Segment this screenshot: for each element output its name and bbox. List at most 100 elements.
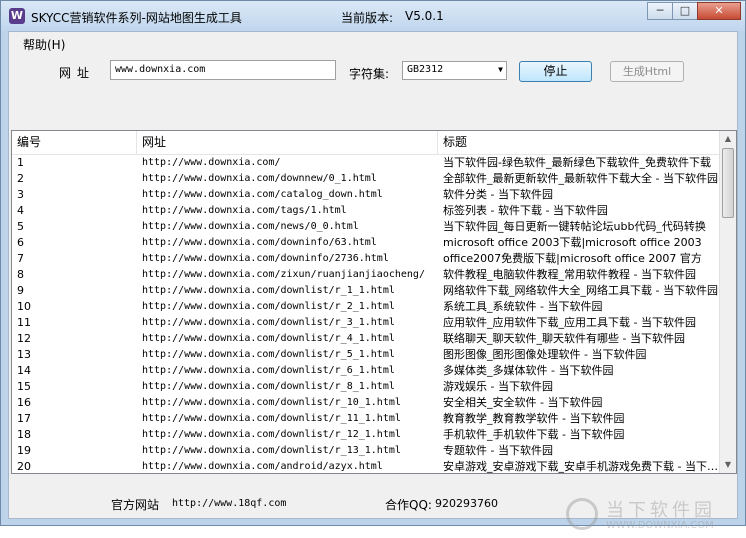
url-input[interactable]: www.downxia.com <box>110 60 336 80</box>
row-url: http://www.downxia.com/tags/1.html <box>142 205 347 216</box>
table-row[interactable]: 18 http://www.downxia.com/downlist/r_12_1… <box>12 427 722 443</box>
row-title: 当下软件园-绿色软件_最新绿色下载软件_免费软件下载 <box>443 156 711 169</box>
charset-select[interactable]: GB2312 ▼ <box>402 61 507 80</box>
row-number: 2 <box>17 172 24 185</box>
close-button[interactable]: ✕ <box>697 2 741 20</box>
row-title: 游戏娱乐 - 当下软件园 <box>443 380 553 393</box>
row-url: http://www.downxia.com/downlist/r_11_1.h… <box>142 413 401 424</box>
table-row[interactable]: 6 http://www.downxia.com/downinfo/63.html… <box>12 235 722 251</box>
row-title: 全部软件_最新更新软件_最新软件下载大全 - 当下软件园 <box>443 172 718 185</box>
table-row[interactable]: 20 http://www.downxia.com/android/azyx.ht… <box>12 459 722 473</box>
table-row[interactable]: 8 http://www.downxia.com/zixun/ruanjianji… <box>12 267 722 283</box>
row-number: 4 <box>17 204 24 217</box>
table-row[interactable]: 7 http://www.downxia.com/downinfo/2736.ht… <box>12 251 722 267</box>
table-row[interactable]: 3 http://www.downxia.com/catalog_down.htm… <box>12 187 722 203</box>
official-site-link[interactable]: http://www.18qf.com <box>172 498 286 509</box>
menu-help[interactable]: 帮助(H) <box>23 36 65 53</box>
table-row[interactable]: 17 http://www.downxia.com/downlist/r_11_1… <box>12 411 722 427</box>
row-number: 8 <box>17 268 24 281</box>
row-url: http://www.downxia.com/downinfo/63.html <box>142 237 377 248</box>
charset-label: 字符集: <box>349 67 390 81</box>
menu-bar: 帮助(H) <box>9 32 737 52</box>
window-controls: ─ □ ✕ <box>647 2 741 20</box>
row-number: 7 <box>17 252 24 265</box>
row-title: 网络软件下载_网络软件大全_网络工具下载 - 当下软件园 <box>443 284 718 297</box>
row-number: 19 <box>17 444 31 457</box>
row-url: http://www.downxia.com/downlist/r_2_1.ht… <box>142 301 395 312</box>
row-title: 标签列表 - 软件下载 - 当下软件园 <box>443 204 608 217</box>
table-row[interactable]: 14 http://www.downxia.com/downlist/r_6_1.… <box>12 363 722 379</box>
watermark-logo-icon <box>566 498 598 530</box>
row-url: http://www.downxia.com/zixun/ruanjianjia… <box>142 269 425 280</box>
generate-html-button[interactable]: 生成Html <box>610 61 684 82</box>
table-row[interactable]: 12 http://www.downxia.com/downlist/r_4_1.… <box>12 331 722 347</box>
row-number: 16 <box>17 396 31 409</box>
stop-button[interactable]: 停止 <box>519 61 592 82</box>
row-title: office2007免费版下载|microsoft office 2007 官方 <box>443 252 702 265</box>
chevron-down-icon[interactable]: ▼ <box>498 65 503 74</box>
row-number: 12 <box>17 332 31 345</box>
row-url: http://www.downxia.com/downlist/r_1_1.ht… <box>142 285 395 296</box>
row-number: 17 <box>17 412 31 425</box>
table-row[interactable]: 19 http://www.downxia.com/downlist/r_13_1… <box>12 443 722 459</box>
row-title: microsoft office 2003下载|microsoft office… <box>443 236 702 249</box>
row-url: http://www.downxia.com/downlist/r_10_1.h… <box>142 397 401 408</box>
row-url: http://www.downxia.com/downlist/r_5_1.ht… <box>142 349 395 360</box>
url-label: 网址 <box>59 66 96 80</box>
table-header: 编号 网址 标题 <box>12 131 722 155</box>
table-row[interactable]: 1 http://www.downxia.com/当下软件园-绿色软件_最新绿色下… <box>12 155 722 171</box>
table-row[interactable]: 5 http://www.downxia.com/news/0_0.html 当下软… <box>12 219 722 235</box>
title-bar[interactable]: W SKYCC营销软件系列-网站地图生成工具 当前版本: V5.0.1 ─ □ … <box>1 1 745 31</box>
row-url: http://www.downxia.com/ <box>142 157 281 168</box>
row-number: 6 <box>17 236 24 249</box>
row-title: 软件分类 - 当下软件园 <box>443 188 553 201</box>
app-window: W SKYCC营销软件系列-网站地图生成工具 当前版本: V5.0.1 ─ □ … <box>0 0 746 531</box>
row-number: 3 <box>17 188 24 201</box>
scroll-up-icon[interactable]: ▲ <box>720 131 736 147</box>
minimize-button[interactable]: ─ <box>647 2 673 20</box>
table-row[interactable]: 4 http://www.downxia.com/tags/1.html 标签列表 … <box>12 203 722 219</box>
row-title: 专题软件 - 当下软件园 <box>443 444 553 457</box>
row-url: http://www.downxia.com/news/0_0.html <box>142 221 359 232</box>
row-number: 14 <box>17 364 31 377</box>
table-row[interactable]: 11 http://www.downxia.com/downlist/r_3_1.… <box>12 315 722 331</box>
version-label: 当前版本: <box>341 11 394 25</box>
column-header-number[interactable]: 编号 <box>12 131 137 154</box>
table-row[interactable]: 10 http://www.downxia.com/downlist/r_2_1.… <box>12 299 722 315</box>
table-row[interactable]: 16 http://www.downxia.com/downlist/r_10_1… <box>12 395 722 411</box>
table-row[interactable]: 13 http://www.downxia.com/downlist/r_5_1.… <box>12 347 722 363</box>
results-table[interactable]: 编号 网址 标题 1 http://www.downxia.com/当下软件园-绿… <box>11 130 737 474</box>
column-header-url[interactable]: 网址 <box>137 131 438 154</box>
row-number: 10 <box>17 300 31 313</box>
row-title: 多媒体类_多媒体软件 - 当下软件园 <box>443 364 614 377</box>
scrollbar-thumb[interactable] <box>722 148 734 218</box>
version-value: V5.0.1 <box>405 9 444 23</box>
row-url: http://www.downxia.com/downlist/r_3_1.ht… <box>142 317 395 328</box>
row-title: 手机软件_手机软件下载 - 当下软件园 <box>443 428 625 441</box>
vertical-scrollbar[interactable]: ▲ ▼ <box>719 131 736 473</box>
watermark-text: 当下软件园 <box>606 500 716 521</box>
row-url: http://www.downxia.com/downlist/r_4_1.ht… <box>142 333 395 344</box>
scroll-down-icon[interactable]: ▼ <box>720 457 736 473</box>
row-title: 教育教学_教育教学软件 - 当下软件园 <box>443 412 625 425</box>
row-url: http://www.downxia.com/downlist/r_8_1.ht… <box>142 381 395 392</box>
row-number: 13 <box>17 348 31 361</box>
row-title: 系统工具_系统软件 - 当下软件园 <box>443 300 603 313</box>
table-body: 1 http://www.downxia.com/当下软件园-绿色软件_最新绿色下… <box>12 155 722 473</box>
table-row[interactable]: 9 http://www.downxia.com/downlist/r_1_1.h… <box>12 283 722 299</box>
row-title: 联络聊天_聊天软件_聊天软件有哪些 - 当下软件园 <box>443 332 685 345</box>
row-title: 软件教程_电脑软件教程_常用软件教程 - 当下软件园 <box>443 268 696 281</box>
row-url: http://www.downxia.com/android/azyx.html <box>142 461 383 472</box>
app-logo-icon: W <box>9 8 25 24</box>
maximize-button[interactable]: □ <box>672 2 698 20</box>
row-url: http://www.downxia.com/downlist/r_6_1.ht… <box>142 365 395 376</box>
table-row[interactable]: 15 http://www.downxia.com/downlist/r_8_1.… <box>12 379 722 395</box>
row-title: 图形图像_图形图像处理软件 - 当下软件园 <box>443 348 647 361</box>
column-header-title[interactable]: 标题 <box>438 131 728 154</box>
row-url: http://www.downxia.com/downlist/r_13_1.h… <box>142 445 401 456</box>
qq-label: 合作QQ: <box>385 498 432 512</box>
table-row[interactable]: 2 http://www.downxia.com/downnew/0_1.html… <box>12 171 722 187</box>
row-number: 15 <box>17 380 31 393</box>
row-title: 安卓游戏_安卓游戏下载_安卓手机游戏免费下载 - 当下软件园 <box>443 460 722 473</box>
row-url: http://www.downxia.com/downlist/r_12_1.h… <box>142 429 401 440</box>
